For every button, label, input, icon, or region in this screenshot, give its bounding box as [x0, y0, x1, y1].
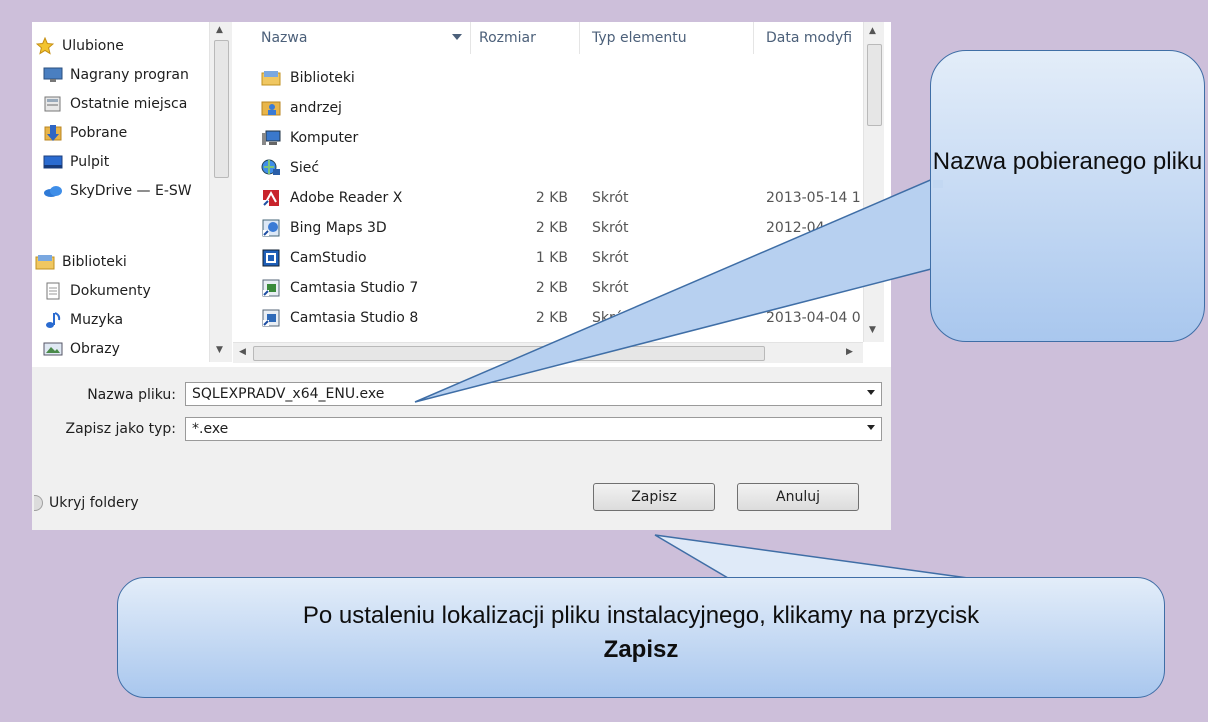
save-callout-text: Po ustaleniu lokalizacji pliku instalacy… — [302, 602, 980, 629]
save-callout-emphasis: Zapisz — [603, 636, 679, 663]
filename-callout-tail — [414, 176, 936, 403]
callout-join-patch — [933, 180, 943, 188]
save-callout: Po ustaleniu lokalizacji pliku instalacy… — [117, 577, 1165, 698]
save-callout-tail — [654, 534, 969, 579]
filename-callout-text: Nazwa pobieranego pliku — [932, 148, 1203, 175]
filename-callout: Nazwa pobieranego pliku — [930, 50, 1205, 342]
